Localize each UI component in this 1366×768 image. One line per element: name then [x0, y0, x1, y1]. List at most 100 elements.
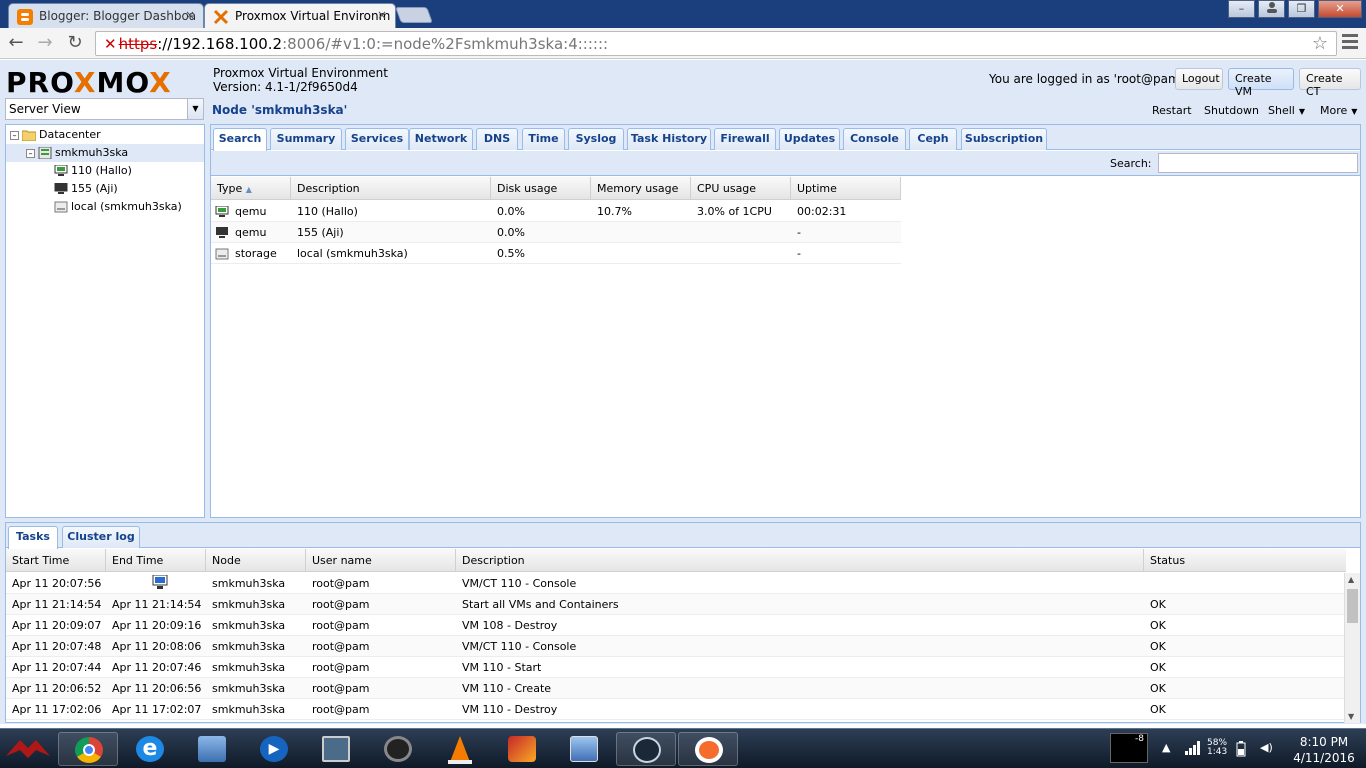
cell-start-time: Apr 11 20:07:48	[12, 640, 102, 653]
cell-description: Start all VMs and Containers	[462, 598, 619, 611]
column-header-user[interactable]: User name	[306, 549, 456, 572]
browser-tab-blogger[interactable]: Blogger: Blogger Dashboa ×	[8, 3, 204, 28]
view-selector[interactable]: Server View ▼	[5, 98, 204, 120]
column-header-description[interactable]: Description	[456, 549, 1144, 572]
taskbar-steam[interactable]	[616, 732, 676, 766]
scrollbar-thumb[interactable]	[1347, 589, 1358, 623]
taskbar-chrome[interactable]	[58, 732, 118, 766]
tab-task-history[interactable]: Task History	[627, 128, 711, 150]
tree-item-node[interactable]: – smkmuh3ska	[6, 144, 204, 162]
taskbar-remote-desktop[interactable]	[306, 732, 366, 766]
tab-subscription[interactable]: Subscription	[961, 128, 1047, 150]
table-row[interactable]: Apr 11 20:07:56 smkmuh3ska root@pam VM/C…	[6, 573, 1344, 594]
logout-button[interactable]: Logout	[1175, 68, 1223, 90]
table-row[interactable]: qemu 110 (Hallo) 0.0% 10.7% 3.0% of 1CPU…	[211, 201, 901, 222]
create-ct-button[interactable]: Create CT	[1299, 68, 1361, 98]
volume-meter[interactable]: -8	[1110, 733, 1148, 763]
battery-icon[interactable]	[1236, 741, 1246, 760]
window-close-button[interactable]: ✕	[1318, 0, 1362, 18]
search-input[interactable]	[1158, 153, 1358, 173]
cell-node: smkmuh3ska	[212, 640, 286, 653]
column-header-end-time[interactable]: End Time	[106, 549, 206, 572]
column-header-start-time[interactable]: Start Time	[6, 549, 106, 572]
table-row[interactable]: storage local (smkmuh3ska) 0.5% -	[211, 243, 901, 264]
system-clock[interactable]: 8:10 PM 4/11/2016	[1284, 734, 1364, 766]
task-grid-scrollbar[interactable]: ▲ ▼	[1344, 573, 1360, 723]
column-header-description[interactable]: Description	[291, 177, 491, 200]
column-header-type[interactable]: Type ▲	[211, 177, 291, 200]
browser-menu-icon[interactable]	[1342, 34, 1358, 52]
monitor-icon	[322, 736, 350, 762]
tab-dns[interactable]: DNS	[476, 128, 518, 150]
tab-firewall[interactable]: Firewall	[714, 128, 776, 150]
chevron-down-icon[interactable]: ▼	[187, 99, 203, 119]
cell-start-time: Apr 11 17:02:06	[12, 703, 102, 716]
tree-item-vm-155[interactable]: 155 (Aji)	[54, 180, 118, 198]
close-icon[interactable]: ×	[185, 8, 195, 22]
tab-summary[interactable]: Summary	[270, 128, 342, 150]
tab-console[interactable]: Console	[843, 128, 906, 150]
scroll-down-icon[interactable]: ▼	[1348, 712, 1354, 721]
taskbar-camera[interactable]	[368, 732, 428, 766]
table-row[interactable]: Apr 11 17:02:06 Apr 11 17:02:07 smkmuh3s…	[6, 699, 1344, 720]
table-row[interactable]: qemu 155 (Aji) 0.0% -	[211, 222, 901, 243]
shell-button[interactable]: Shell ▼	[1268, 104, 1305, 117]
more-button[interactable]: More ▼	[1320, 104, 1357, 117]
back-arrow-icon[interactable]: ←	[4, 32, 28, 53]
tab-cluster-log[interactable]: Cluster log	[62, 526, 140, 548]
table-row[interactable]: Apr 11 20:07:44 Apr 11 20:07:46 smkmuh3s…	[6, 657, 1344, 678]
scroll-up-icon[interactable]: ▲	[1348, 575, 1354, 584]
reload-icon[interactable]: ↻	[63, 32, 87, 53]
tree-item-storage[interactable]: local (smkmuh3ska)	[54, 198, 182, 216]
tab-updates[interactable]: Updates	[779, 128, 840, 150]
forward-arrow-icon[interactable]: →	[33, 32, 57, 53]
network-signal-icon[interactable]	[1185, 741, 1201, 758]
cell-cpu	[691, 243, 703, 264]
start-button[interactable]	[0, 732, 58, 766]
taskbar-virtualbox[interactable]	[554, 732, 614, 766]
tab-time[interactable]: Time	[522, 128, 565, 150]
close-icon[interactable]: ×	[377, 8, 387, 22]
column-header-disk[interactable]: Disk usage	[491, 177, 591, 200]
show-hidden-icons[interactable]: ▲	[1162, 741, 1170, 754]
tree-item-datacenter[interactable]: – Datacenter	[10, 126, 101, 144]
shutdown-button[interactable]: Shutdown	[1204, 104, 1259, 117]
cell-type: qemu	[235, 226, 267, 239]
tree-item-label: Datacenter	[39, 128, 101, 141]
column-header-node[interactable]: Node	[206, 549, 306, 572]
tab-ceph[interactable]: Ceph	[909, 128, 957, 150]
url-bar[interactable]: ✕ https://192.168.100.2:8006/#v1:0:=node%…	[95, 31, 1337, 56]
new-tab-button[interactable]	[395, 7, 433, 23]
speaker-icon[interactable]: ◀)	[1260, 741, 1273, 754]
minimize-button[interactable]: –	[1228, 0, 1255, 18]
tab-network[interactable]: Network	[409, 128, 473, 150]
column-header-status[interactable]: Status	[1144, 549, 1346, 572]
tab-tasks[interactable]: Tasks	[8, 526, 58, 549]
cell-type: storage	[235, 247, 277, 260]
browser-tab-proxmox[interactable]: Proxmox Virtual Environm ×	[204, 3, 396, 28]
taskbar-game[interactable]	[492, 732, 552, 766]
account-button[interactable]	[1258, 0, 1285, 18]
taskbar-ie[interactable]: e	[120, 732, 180, 766]
bookmark-star-icon[interactable]: ☆	[1312, 33, 1328, 54]
taskbar-explorer[interactable]	[182, 732, 242, 766]
taskbar-origin[interactable]	[678, 732, 738, 766]
column-header-memory[interactable]: Memory usage	[591, 177, 691, 200]
column-header-cpu[interactable]: CPU usage	[691, 177, 791, 200]
tab-syslog[interactable]: Syslog	[568, 128, 624, 150]
tree-item-vm-110[interactable]: 110 (Hallo)	[54, 162, 132, 180]
table-row[interactable]: Apr 11 20:09:07 Apr 11 20:09:16 smkmuh3s…	[6, 615, 1344, 636]
tab-services[interactable]: Services	[345, 128, 409, 150]
maximize-button[interactable]: ❐	[1288, 0, 1315, 18]
taskbar-vlc[interactable]	[430, 732, 490, 766]
table-row[interactable]: Apr 11 20:06:52 Apr 11 20:06:56 smkmuh3s…	[6, 678, 1344, 699]
create-vm-button[interactable]: Create VM	[1228, 68, 1294, 98]
table-row[interactable]: Apr 11 21:14:54 Apr 11 21:14:54 smkmuh3s…	[6, 594, 1344, 615]
taskbar-media-player[interactable]: ▶	[244, 732, 304, 766]
collapse-icon[interactable]: –	[10, 130, 19, 140]
collapse-icon[interactable]: –	[26, 148, 35, 158]
restart-button[interactable]: Restart	[1152, 104, 1192, 117]
table-row[interactable]: Apr 11 20:07:48 Apr 11 20:08:06 smkmuh3s…	[6, 636, 1344, 657]
column-header-uptime[interactable]: Uptime	[791, 177, 901, 200]
tab-search[interactable]: Search	[213, 128, 267, 151]
